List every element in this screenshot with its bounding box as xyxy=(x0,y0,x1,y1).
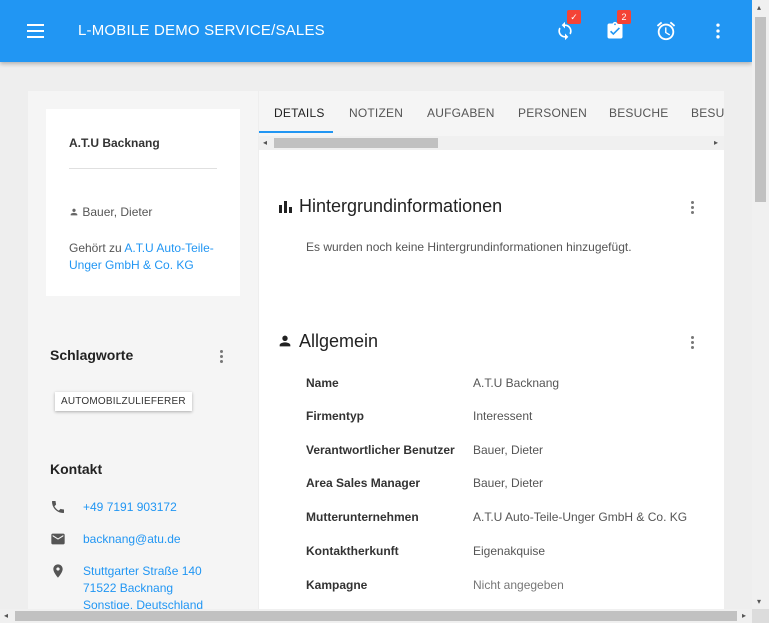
property-value: Bauer, Dieter xyxy=(473,476,544,490)
property-value: A.T.U Backnang xyxy=(473,376,560,390)
scrollbar-corner xyxy=(752,609,769,623)
tag-chip[interactable]: AUTOMOBILZULIEFERER xyxy=(55,392,192,411)
contact-title: Kontakt xyxy=(50,461,103,477)
tabs-scrollbar[interactable]: ◂ ▸ xyxy=(259,136,724,150)
phone-icon xyxy=(52,501,64,513)
property-row: Kontaktherkunft Eigenakquise xyxy=(306,544,706,562)
sync-badge: ✓ xyxy=(567,10,581,24)
background-empty-text: Es wurden noch keine Hintergrundinformat… xyxy=(306,240,632,254)
window-vertical-scrollbar[interactable]: ▴ ▾ xyxy=(752,0,769,609)
tabs-scroll-thumb[interactable] xyxy=(274,138,438,148)
address-line-1[interactable]: Stuttgarter Straße 140 xyxy=(83,563,202,580)
app-window: L-MOBILE DEMO SERVICE/SALES ✓ 2 A.T.U Ba… xyxy=(0,0,752,609)
email-icon xyxy=(51,533,65,545)
parent-company-value-link[interactable]: A.T.U Auto-Teile-Unger GmbH & Co. KG xyxy=(473,510,687,524)
sync-button[interactable]: ✓ xyxy=(550,10,581,46)
property-label: Firmentyp xyxy=(306,409,365,423)
person-icon xyxy=(70,208,78,216)
company-card: A.T.U Backnang Bauer, Dieter Gehört zu A… xyxy=(46,109,240,296)
window-scroll-right-icon[interactable]: ▸ xyxy=(742,611,746,620)
property-label: Kampagne xyxy=(306,578,368,592)
responsible-user-name: Bauer, Dieter xyxy=(82,205,153,219)
tab-bar: DETAILS NOTIZEN AUFGABEN PERSONEN BESUCH… xyxy=(259,91,724,136)
background-more-icon[interactable] xyxy=(687,200,697,216)
scroll-right-arrow-icon[interactable]: ▸ xyxy=(714,138,718,147)
tags-title: Schlagworte xyxy=(50,347,134,363)
property-value: Nicht angegeben xyxy=(473,578,564,592)
location-pin-icon xyxy=(53,564,63,578)
responsible-user: Bauer, Dieter xyxy=(69,205,152,219)
property-row: Mutterunternehmen A.T.U Auto-Teile-Unger… xyxy=(306,510,706,528)
general-title: Allgemein xyxy=(299,331,379,351)
bar-chart-icon xyxy=(279,201,292,213)
property-row: Kampagne Nicht angegeben xyxy=(306,578,706,596)
app-title: L-MOBILE DEMO SERVICE/SALES xyxy=(78,22,325,39)
alarm-clock-icon xyxy=(656,21,676,41)
background-info-title: Hintergrundinformationen xyxy=(299,196,503,216)
tasks-badge: 2 xyxy=(617,10,631,24)
tab-tasks[interactable]: AUFGABEN xyxy=(427,106,495,120)
window-horizontal-scrollbar[interactable]: ◂ ▸ xyxy=(0,609,752,623)
task-checklist-icon xyxy=(607,21,623,39)
window-scroll-left-icon[interactable]: ◂ xyxy=(4,611,8,620)
property-value: Eigenakquise xyxy=(473,544,546,558)
property-row: Area Sales Manager Bauer, Dieter xyxy=(306,476,706,494)
tab-notes[interactable]: NOTIZEN xyxy=(349,106,403,120)
more-options-button[interactable] xyxy=(703,16,733,46)
left-sidebar: A.T.U Backnang Bauer, Dieter Gehört zu A… xyxy=(28,91,258,609)
menu-icon[interactable] xyxy=(22,19,50,43)
phone-link[interactable]: +49 7191 903172 xyxy=(83,499,177,516)
active-tab-indicator xyxy=(259,131,333,133)
horizontal-scroll-thumb[interactable] xyxy=(15,611,737,621)
email-link[interactable]: backnang@atu.de xyxy=(83,531,181,548)
property-row: Firmentyp Interessent xyxy=(306,409,706,427)
address-line-3[interactable]: Sonstige, Deutschland xyxy=(83,597,203,609)
property-label: Kontaktherkunft xyxy=(306,544,399,558)
property-label: Verantwortlicher Benutzer xyxy=(306,443,455,457)
property-label: Name xyxy=(306,376,339,390)
property-value: Bauer, Dieter xyxy=(473,443,544,457)
tasks-button[interactable]: 2 xyxy=(600,10,631,46)
address-line-2[interactable]: 71522 Backnang xyxy=(83,580,173,597)
scroll-left-arrow-icon[interactable]: ◂ xyxy=(263,138,267,147)
more-vert-icon xyxy=(716,23,720,39)
tab-persons[interactable]: PERSONEN xyxy=(518,106,587,120)
general-more-icon[interactable] xyxy=(687,335,697,351)
tags-more-icon[interactable] xyxy=(216,349,226,365)
property-value: Interessent xyxy=(473,409,533,423)
company-name: A.T.U Backnang xyxy=(69,136,160,150)
divider xyxy=(69,168,217,169)
alarm-button[interactable] xyxy=(651,16,681,46)
scroll-up-arrow-icon[interactable]: ▴ xyxy=(757,3,761,12)
property-row: Verantwortlicher Benutzer Bauer, Dieter xyxy=(306,443,706,461)
details-panel: DETAILS NOTIZEN AUFGABEN PERSONEN BESUCH… xyxy=(259,91,724,609)
tab-visits[interactable]: BESUCHE xyxy=(609,106,668,120)
app-bar: L-MOBILE DEMO SERVICE/SALES ✓ 2 xyxy=(0,0,752,62)
scroll-down-arrow-icon[interactable]: ▾ xyxy=(757,597,761,606)
property-label: Area Sales Manager xyxy=(306,476,421,490)
property-label: Mutterunternehmen xyxy=(306,510,419,524)
tab-visits-2[interactable]: BESUC xyxy=(691,106,724,120)
belongs-prefix: Gehört zu xyxy=(69,241,125,255)
sync-icon xyxy=(558,21,572,41)
vertical-scroll-thumb[interactable] xyxy=(755,17,766,202)
property-row: Name A.T.U Backnang xyxy=(306,376,706,394)
tab-details[interactable]: DETAILS xyxy=(274,106,325,120)
person-icon xyxy=(279,335,291,347)
parent-company-line: Gehört zu A.T.U Auto-Teile-Unger GmbH & … xyxy=(69,240,229,274)
